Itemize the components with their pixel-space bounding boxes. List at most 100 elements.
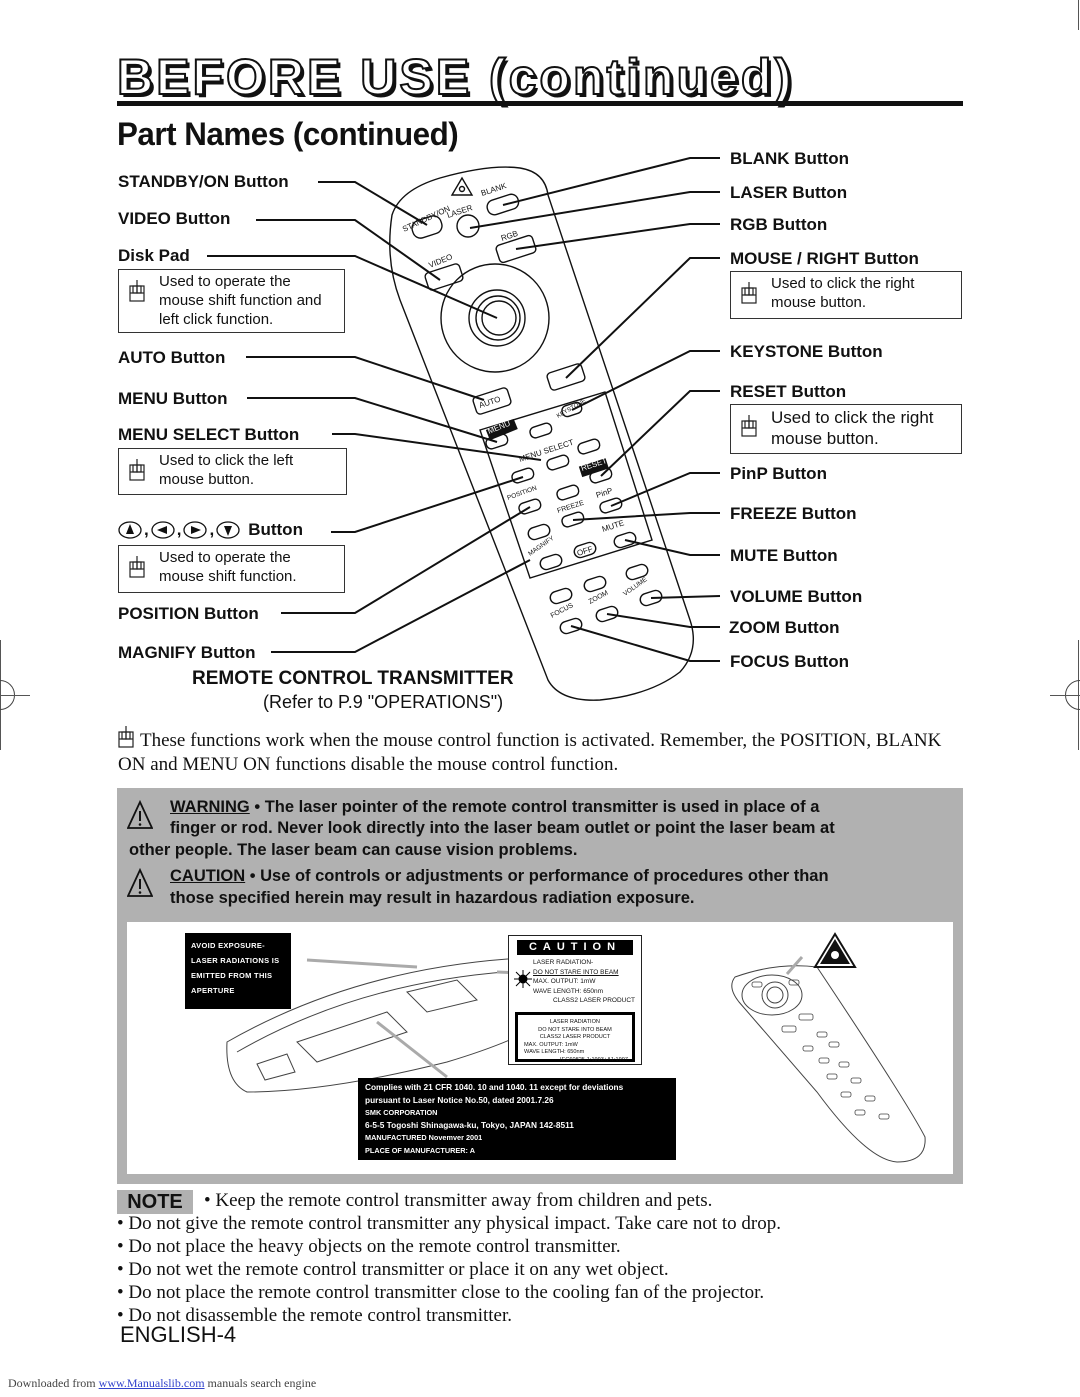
label-freeze-button: FREEZE Button bbox=[730, 504, 857, 523]
note-line: Used to operate the bbox=[159, 273, 291, 290]
caution-triangle-icon bbox=[127, 868, 153, 897]
inner-laser-label: LASER RADIATION DO NOT STARE INTO BEAM C… bbox=[515, 1012, 635, 1063]
note-line: Used to click the left bbox=[159, 452, 294, 469]
label-volume-button: VOLUME Button bbox=[730, 587, 863, 606]
caution-laser-label: CAUTION LASER RADIATION- DO NOT STARE IN… bbox=[508, 935, 642, 1065]
label-magnify-button: MAGNIFY Button bbox=[118, 643, 256, 662]
warning-text-line3: other people. The laser beam can cause v… bbox=[129, 841, 578, 859]
label-laser-button: LASER Button bbox=[730, 183, 848, 202]
note-item: • Do not place the heavy objects on the … bbox=[117, 1236, 621, 1257]
label-rgb-button: RGB Button bbox=[730, 215, 828, 234]
face-menu-select: MENU SELECT bbox=[518, 438, 575, 464]
laser-button bbox=[456, 214, 480, 238]
label-focus-button: FOCUS Button bbox=[730, 652, 849, 671]
laser-starburst-icon bbox=[514, 970, 532, 988]
caution-label-title: CAUTION bbox=[517, 940, 633, 955]
left-arrow-icon bbox=[151, 521, 175, 539]
label-video-button: VIDEO Button bbox=[118, 209, 231, 228]
footer: Downloaded from www.Manualslib.com manua… bbox=[8, 1376, 317, 1390]
label-zoom-button: ZOOM Button bbox=[729, 618, 840, 637]
mouse-function-note: These functions work when the mouse cont… bbox=[118, 726, 968, 777]
warning-text-line2: finger or rod. Never look directly into … bbox=[170, 819, 835, 837]
face-pinp: PinP bbox=[595, 486, 614, 500]
label-arrow-buttons: , , , Button bbox=[118, 520, 303, 540]
leader-menu-select bbox=[332, 433, 542, 461]
leader-rgb bbox=[515, 223, 720, 250]
leader-arrows bbox=[331, 476, 524, 533]
label-mouse-right-button: MOUSE / RIGHT Button bbox=[730, 249, 919, 268]
blank-button bbox=[486, 193, 520, 216]
arrow-buttons-label: Button bbox=[248, 520, 303, 539]
leader-freeze bbox=[572, 512, 720, 521]
note-item: • Do not give the remote control transmi… bbox=[117, 1213, 781, 1234]
label-mute-button: MUTE Button bbox=[730, 546, 838, 565]
leader-standby bbox=[318, 181, 428, 226]
mouse-icon bbox=[129, 459, 145, 481]
disk-pad-note: Used to operate the mouse shift function… bbox=[118, 269, 345, 333]
leader-laser bbox=[469, 191, 720, 229]
warning-text: WARNING • The laser pointer of the remot… bbox=[170, 798, 820, 816]
face-standby: STANDBY/ON bbox=[401, 204, 452, 234]
leader-auto bbox=[246, 356, 485, 401]
mouse-icon bbox=[741, 415, 757, 437]
note-line: Used to click the right bbox=[771, 275, 915, 292]
note-line: mouse button. bbox=[771, 294, 867, 311]
remote-caption-title: REMOTE CONTROL TRANSMITTER bbox=[192, 668, 514, 689]
mouse-right-note: Used to click the right mouse button. bbox=[730, 271, 962, 319]
note-item: • Keep the remote control transmitter aw… bbox=[204, 1190, 713, 1211]
note-badge: NOTE bbox=[117, 1190, 193, 1214]
compliance-label: Complies with 21 CFR 1040. 10 and 1040. … bbox=[358, 1078, 676, 1160]
mouse-icon bbox=[118, 726, 134, 748]
mouse-icon bbox=[741, 282, 757, 304]
caution-text-line2: those specified herein may result in haz… bbox=[170, 889, 695, 907]
face-rgb: RGB bbox=[500, 229, 519, 243]
leader-focus bbox=[570, 625, 720, 662]
label-menu-button: MENU Button bbox=[118, 389, 228, 408]
leader-keystone bbox=[571, 350, 720, 411]
label-auto-button: AUTO Button bbox=[118, 348, 226, 367]
label-pinp-button: PinP Button bbox=[730, 464, 827, 483]
face-mute: MUTE bbox=[601, 518, 625, 534]
leader-mute bbox=[624, 539, 720, 556]
right-arrow-icon bbox=[183, 521, 208, 539]
aperture-label: AVOID EXPOSURE- LASER RADIATIONS IS EMIT… bbox=[185, 933, 291, 1009]
leader-blank bbox=[502, 157, 720, 206]
label-position-button: POSITION Button bbox=[118, 604, 259, 623]
face-video: VIDEO bbox=[427, 252, 453, 270]
label-reset-button: RESET Button bbox=[730, 382, 847, 401]
remote-caption-subtitle: (Refer to P.9 "OPERATIONS") bbox=[263, 692, 504, 712]
mouse-icon bbox=[129, 280, 145, 302]
mouse-icon bbox=[129, 556, 145, 578]
note-line: mouse shift function. bbox=[159, 568, 297, 585]
label-keystone-button: KEYSTONE Button bbox=[730, 342, 883, 361]
page-number: ENGLISH-4 bbox=[120, 1322, 237, 1347]
note-line: mouse button. bbox=[159, 471, 255, 488]
face-focus: FOCUS bbox=[550, 602, 575, 620]
laser-hazard-icon bbox=[813, 932, 857, 968]
leader-pinp bbox=[610, 472, 720, 507]
label-standby-button: STANDBY/ON Button bbox=[118, 172, 289, 191]
label-blank-button: BLANK Button bbox=[730, 149, 849, 168]
note-item: • Do not wet the remote control transmit… bbox=[117, 1259, 669, 1280]
reset-note: Used to click the right mouse button. bbox=[730, 404, 962, 454]
leader-zoom bbox=[606, 613, 720, 628]
note-line: mouse shift function and bbox=[159, 292, 322, 309]
note-line: Used to operate the bbox=[159, 549, 291, 566]
label-disk-pad: Disk Pad bbox=[118, 246, 190, 265]
caution-label: CAUTION bbox=[170, 867, 246, 885]
down-arrow-icon bbox=[216, 521, 240, 539]
warning-label: WARNING bbox=[170, 798, 250, 816]
face-laser: LASER bbox=[446, 203, 474, 220]
note-item: • Do not place the remote control transm… bbox=[117, 1282, 765, 1303]
up-arrow-icon bbox=[118, 521, 142, 539]
note-line: Used to click the right bbox=[771, 408, 934, 427]
note-line: mouse button. bbox=[771, 429, 879, 448]
note-line: left click function. bbox=[159, 311, 274, 328]
manualslib-link[interactable]: www.Manualslib.com bbox=[99, 1376, 205, 1390]
menu-select-note: Used to click the left mouse button. bbox=[118, 448, 347, 495]
warning-triangle-icon bbox=[127, 800, 153, 829]
mouse-note-text: These functions work when the mouse cont… bbox=[118, 730, 942, 775]
arrow-buttons-note: Used to operate the mouse shift function… bbox=[118, 545, 345, 593]
caution-text: CAUTION • Use of controls or adjustments… bbox=[170, 867, 829, 885]
face-auto: AUTO bbox=[478, 395, 502, 410]
